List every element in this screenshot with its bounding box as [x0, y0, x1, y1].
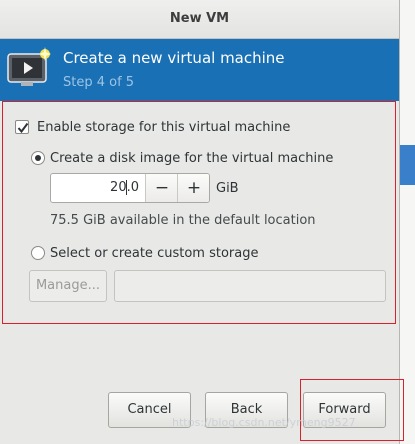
highlight-box-forward: [300, 379, 404, 441]
background-window-accent: [400, 145, 415, 185]
dialog-titlebar: New VM: [0, 0, 399, 39]
new-vm-dialog: New VM Create a new virtual machine Step…: [0, 0, 400, 444]
watermark-text: https://blog.csdn.net/ymeng9527: [172, 416, 356, 429]
wizard-title: Create a new virtual machine: [63, 49, 285, 67]
highlight-box-storage: [2, 101, 396, 324]
wizard-header: Create a new virtual machine Step 4 of 5: [0, 39, 399, 101]
background-window: [400, 0, 415, 444]
vm-monitor-icon: [7, 46, 53, 92]
wizard-step: Step 4 of 5: [63, 75, 135, 90]
